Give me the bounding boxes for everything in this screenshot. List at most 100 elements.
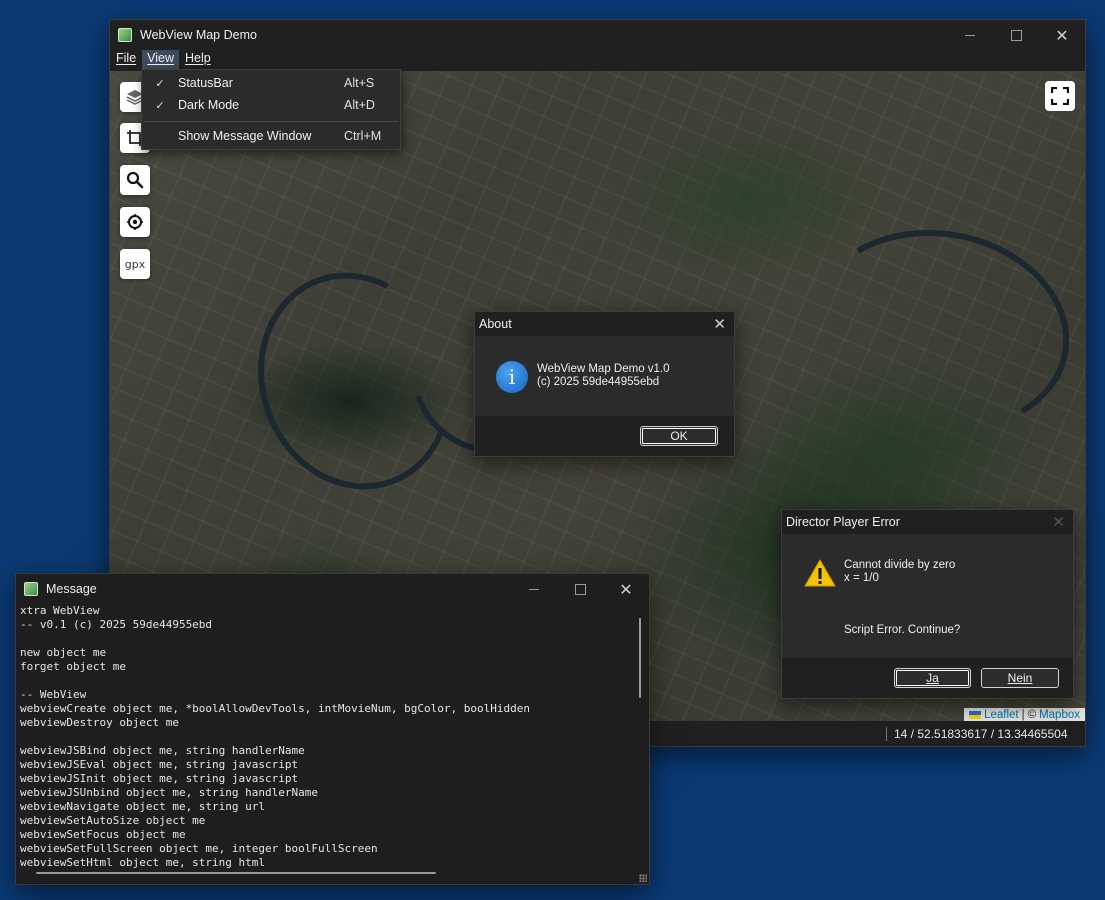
console-line: forget object me	[20, 660, 126, 673]
console-line: webviewJSInit object me, string javascri…	[20, 772, 299, 785]
yes-button[interactable]: Ja	[894, 668, 971, 688]
no-label: Nein	[1007, 671, 1033, 685]
console-line: webviewNavigate object me, string url	[20, 800, 266, 813]
resize-grip[interactable]	[639, 874, 647, 882]
about-title: About	[479, 317, 512, 331]
fullscreen-icon	[1051, 87, 1069, 105]
console-line: webviewSetFullScreen object me, integer …	[20, 842, 378, 855]
close-icon: ✕	[1055, 25, 1069, 45]
message-console[interactable]: xtra WebView -- v0.1 (c) 2025 59de44955eb…	[20, 604, 632, 870]
error-line-1: Cannot divide by zero	[844, 559, 956, 571]
message-window: Message ✕ xtra WebView -- v0.1 (c) 2025 5…	[15, 573, 650, 885]
error-message: Cannot divide by zero x = 1/0	[844, 559, 955, 585]
search-icon	[126, 171, 144, 189]
about-message: WebView Map Demo v1.0 (c) 2025 59de44955…	[537, 363, 670, 389]
maximize-button[interactable]	[993, 20, 1039, 50]
menu-item-dark-mode[interactable]: ✓ Dark Mode Alt+D	[142, 94, 400, 116]
menu-help[interactable]: Help	[180, 50, 216, 70]
minimize-icon	[529, 588, 539, 590]
minimize-button[interactable]	[511, 574, 557, 604]
locate-icon	[127, 214, 143, 230]
menu-item-shortcut: Alt+D	[344, 98, 375, 112]
console-line: webviewDestroy object me	[20, 716, 179, 729]
warning-icon	[804, 559, 836, 587]
console-line: webviewJSUnbind object me, string handle…	[20, 786, 319, 799]
error-footer: Ja Nein	[782, 658, 1073, 698]
error-dialog: Director Player Error ✕ Cannot divide by…	[781, 509, 1074, 699]
vertical-scrollbar[interactable]	[635, 604, 645, 870]
menu-file[interactable]: File	[111, 50, 141, 70]
yes-label: Ja	[926, 671, 939, 685]
status-separator	[886, 727, 887, 741]
maximize-icon	[574, 583, 586, 595]
error-line-2: x = 1/0	[844, 572, 879, 584]
check-icon: ✓	[155, 99, 165, 112]
ukraine-flag-icon	[969, 711, 982, 719]
copyright-symbol: ©	[1027, 709, 1037, 721]
menu-item-show-message-window[interactable]: Show Message Window Ctrl+M	[142, 125, 400, 147]
search-button[interactable]	[120, 165, 150, 195]
mapbox-link[interactable]: Mapbox	[1039, 709, 1080, 721]
leaflet-link[interactable]: Leaflet	[984, 709, 1019, 721]
close-icon: ✕	[1052, 514, 1065, 531]
ok-button[interactable]: OK	[640, 426, 718, 446]
horizontal-scrollbar[interactable]	[20, 868, 632, 878]
menu-item-shortcut: Ctrl+M	[344, 129, 382, 143]
main-window-title: WebView Map Demo	[140, 28, 257, 42]
menu-separator	[144, 121, 398, 122]
main-titlebar[interactable]: WebView Map Demo ✕	[110, 20, 1085, 50]
map-river	[794, 209, 1085, 453]
close-icon: ✕	[619, 579, 633, 599]
console-line: webviewJSBind object me, string handlerN…	[20, 744, 305, 757]
menu-item-label: StatusBar	[178, 76, 233, 90]
close-button[interactable]: ✕	[603, 574, 649, 604]
message-window-title: Message	[46, 582, 97, 596]
scrollbar-thumb[interactable]	[639, 618, 641, 698]
locate-button[interactable]	[120, 207, 150, 237]
error-question: Script Error. Continue?	[844, 624, 961, 636]
menu-view[interactable]: View	[142, 50, 180, 70]
menu-item-shortcut: Alt+S	[344, 76, 375, 90]
status-coordinates: 14 / 52.51833617 / 13.34465504	[894, 727, 1068, 741]
message-titlebar[interactable]: Message ✕	[16, 574, 649, 604]
console-line: -- v0.1 (c) 2025 59de44955ebd	[20, 618, 213, 631]
about-dialog: About ✕ i WebView Map Demo v1.0 (c) 2025…	[474, 311, 735, 457]
menu-item-label: Dark Mode	[178, 98, 240, 112]
error-close-button: ✕	[1052, 513, 1065, 531]
check-icon: ✓	[155, 77, 165, 90]
error-titlebar[interactable]: Director Player Error ✕	[782, 510, 1073, 534]
console-line: xtra WebView	[20, 604, 100, 617]
minimize-button[interactable]	[947, 20, 993, 50]
about-close-button[interactable]: ✕	[713, 315, 726, 333]
info-icon: i	[496, 361, 528, 393]
close-button[interactable]: ✕	[1039, 20, 1085, 50]
about-footer: OK	[475, 416, 734, 456]
menu-item-label: Show Message Window	[178, 129, 312, 143]
scrollbar-thumb[interactable]	[36, 872, 436, 874]
console-line: -- WebView	[20, 688, 87, 701]
console-line: webviewSetAutoSize object me	[20, 814, 206, 827]
minimize-icon	[965, 34, 975, 36]
console-line: new object me	[20, 646, 107, 659]
menu-bar: File View Help	[110, 50, 1085, 70]
about-copyright: (c) 2025 59de44955ebd	[537, 376, 660, 388]
about-titlebar[interactable]: About ✕	[475, 312, 734, 336]
maximize-icon	[1010, 29, 1022, 41]
about-version: WebView Map Demo v1.0	[537, 363, 670, 375]
console-line: webviewJSEval object me, string javascri…	[20, 758, 299, 771]
no-button[interactable]: Nein	[981, 668, 1059, 688]
map-attribution: Leaflet | © Mapbox	[964, 708, 1085, 722]
fullscreen-button[interactable]	[1045, 81, 1075, 111]
console-line: webviewSetFocus object me	[20, 828, 186, 841]
attribution-separator: |	[1021, 709, 1025, 721]
close-icon: ✕	[713, 316, 726, 333]
gpx-button[interactable]: gpx	[120, 249, 150, 279]
console-line: webviewCreate object me, *boolAllowDevTo…	[20, 702, 530, 715]
menu-item-statusbar[interactable]: ✓ StatusBar Alt+S	[142, 72, 400, 94]
message-app-icon	[24, 582, 38, 596]
error-title: Director Player Error	[786, 515, 900, 529]
maximize-button[interactable]	[557, 574, 603, 604]
